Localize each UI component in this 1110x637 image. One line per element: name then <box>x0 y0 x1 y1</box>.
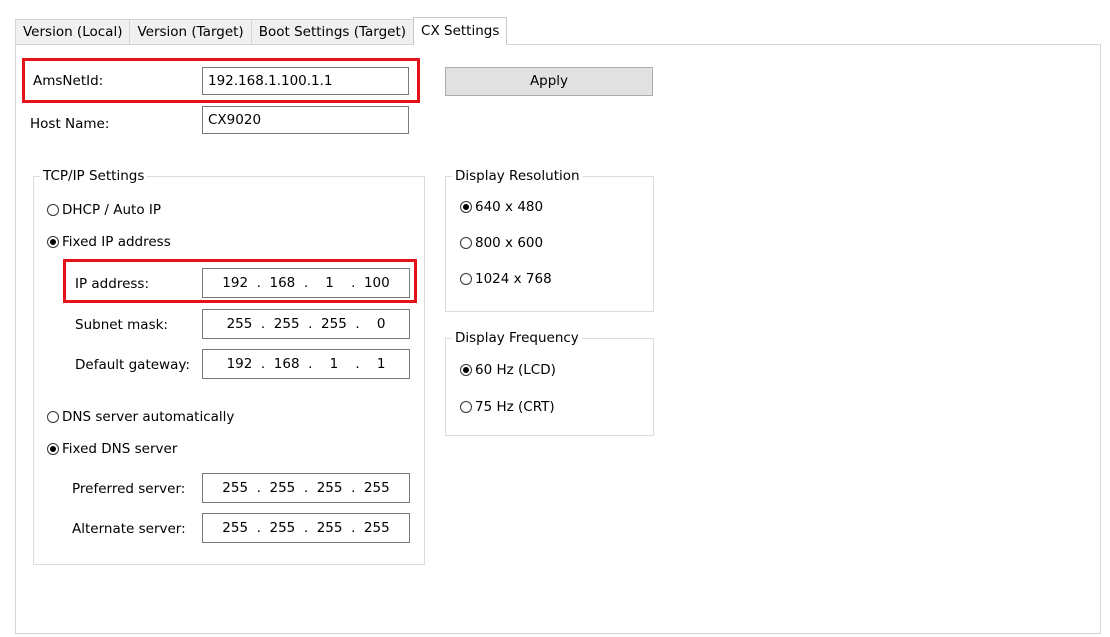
default-gateway-field[interactable]: 192 . 168 . 1 . 1 <box>202 349 410 379</box>
radio-off-icon <box>460 237 472 249</box>
radio-off-icon <box>47 411 59 423</box>
ip-address-highlight-box <box>63 259 417 303</box>
resolution-1024-label: 1024 x 768 <box>475 271 552 287</box>
fixed-dns-radio[interactable]: Fixed DNS server <box>47 441 177 457</box>
radio-off-icon <box>47 204 59 216</box>
tcpip-settings-title: TCP/IP Settings <box>40 167 148 185</box>
radio-off-icon <box>460 401 472 413</box>
default-gateway-label: Default gateway: <box>75 357 190 373</box>
tab-cx-settings[interactable]: CX Settings <box>413 17 508 45</box>
hostname-field[interactable]: CX9020 <box>202 106 409 134</box>
dns-auto-radio[interactable]: DNS server automatically <box>47 409 234 425</box>
resolution-1024-radio[interactable]: 1024 x 768 <box>460 271 552 287</box>
tab-boot-settings-target[interactable]: Boot Settings (Target) <box>250 19 415 44</box>
resolution-640-label: 640 x 480 <box>475 199 544 215</box>
display-resolution-title: Display Resolution <box>452 167 583 185</box>
frequency-60hz-radio[interactable]: 60 Hz (LCD) <box>460 362 556 378</box>
radio-on-icon <box>460 364 472 376</box>
preferred-server-field[interactable]: 255 . 255 . 255 . 255 <box>202 473 410 503</box>
tab-version-local[interactable]: Version (Local) <box>15 19 131 44</box>
frequency-75hz-label: 75 Hz (CRT) <box>475 399 555 415</box>
tab-strip: Version (Local) Version (Target) Boot Se… <box>15 17 508 45</box>
display-frequency-group: Display Frequency <box>445 329 654 436</box>
resolution-800-radio[interactable]: 800 x 600 <box>460 235 543 251</box>
radio-on-icon <box>460 201 472 213</box>
alternate-server-label: Alternate server: <box>72 521 186 537</box>
apply-button[interactable]: Apply <box>445 67 653 96</box>
dns-auto-label: DNS server automatically <box>62 409 235 425</box>
frequency-60hz-label: 60 Hz (LCD) <box>475 362 556 378</box>
alternate-server-field[interactable]: 255 . 255 . 255 . 255 <box>202 513 410 543</box>
hostname-label: Host Name: <box>30 116 110 132</box>
radio-on-icon <box>47 443 59 455</box>
tab-version-target[interactable]: Version (Target) <box>129 19 252 44</box>
amsnetid-highlight-box <box>22 58 420 103</box>
resolution-640-radio[interactable]: 640 x 480 <box>460 199 543 215</box>
dhcp-radio[interactable]: DHCP / Auto IP <box>47 202 161 218</box>
fixed-dns-label: Fixed DNS server <box>62 441 178 457</box>
subnet-mask-label: Subnet mask: <box>75 317 168 333</box>
fixed-ip-label: Fixed IP address <box>62 234 171 250</box>
fixed-ip-radio[interactable]: Fixed IP address <box>47 234 171 250</box>
dhcp-label: DHCP / Auto IP <box>62 202 162 218</box>
display-frequency-title: Display Frequency <box>452 329 582 347</box>
frequency-75hz-radio[interactable]: 75 Hz (CRT) <box>460 399 555 415</box>
preferred-server-label: Preferred server: <box>72 481 186 497</box>
radio-off-icon <box>460 273 472 285</box>
resolution-800-label: 800 x 600 <box>475 235 544 251</box>
radio-on-icon <box>47 236 59 248</box>
subnet-mask-field[interactable]: 255 . 255 . 255 . 0 <box>202 309 410 339</box>
